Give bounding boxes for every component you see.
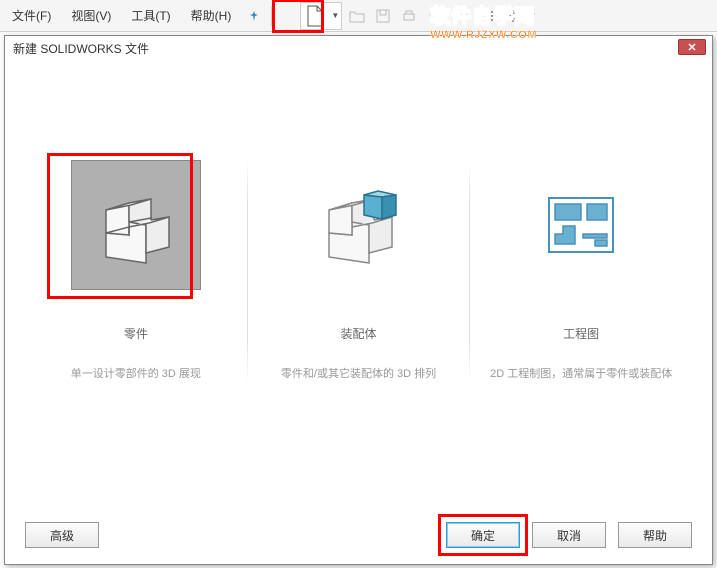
drawing-icon [516,160,646,290]
menu-file[interactable]: 文件(F) [4,3,59,28]
dialog-body: 零件 单一设计零部件的 3D 展现 装配体 零件和/或其它装配体的 3D [5,60,712,403]
option-assembly[interactable]: 装配体 零件和/或其它装配体的 3D 排列 [248,160,470,383]
option-part-title: 零件 [124,325,148,342]
option-drawing[interactable]: 工程图 2D 工程制图，通常属于零件或装配体 [470,160,692,383]
open-icon[interactable] [346,5,368,27]
dialog-titlebar: 新建 SOLIDWORKS 文件 ✕ [5,36,712,60]
print-icon[interactable] [398,5,420,27]
new-document-icon[interactable] [301,3,329,29]
watermark-title: 软件自学网 [430,0,537,29]
new-document-dialog: 新建 SOLIDWORKS 文件 ✕ 零件 单一设计零部件的 3D 展现 [4,35,713,565]
save-icon[interactable] [372,5,394,27]
menu-view[interactable]: 视图(V) [63,3,119,28]
option-part[interactable]: 零件 单一设计零部件的 3D 展现 [25,160,247,383]
cancel-button[interactable]: 取消 [532,522,606,548]
menu-tools[interactable]: 工具(T) [123,3,178,28]
close-icon: ✕ [687,41,696,54]
option-assembly-title: 装配体 [341,325,377,342]
help-button[interactable]: 帮助 [618,522,692,548]
option-drawing-desc: 2D 工程制图，通常属于零件或装配体 [490,366,672,383]
ok-button[interactable]: 确定 [446,522,520,548]
option-part-desc: 单一设计零部件的 3D 展现 [71,366,201,383]
watermark-url: WWW.RJZXW.COM [430,29,537,41]
advanced-button[interactable]: 高级 [25,522,99,548]
dialog-title-text: 新建 SOLIDWORKS 文件 [13,40,149,57]
toolbar-separator [271,6,272,26]
part-icon [71,160,201,290]
watermark: 软件自学网 WWW.RJZXW.COM [430,0,537,41]
pin-icon[interactable] [243,5,265,27]
option-assembly-desc: 零件和/或其它装配体的 3D 排列 [281,366,436,383]
menu-help[interactable]: 帮助(H) [183,3,240,28]
new-document-button-group[interactable]: ▼ [300,2,342,30]
close-button[interactable]: ✕ [678,39,706,55]
new-document-dropdown[interactable]: ▼ [329,11,341,20]
assembly-icon [294,160,424,290]
option-drawing-title: 工程图 [563,325,599,342]
main-toolbar: 文件(F) 视图(V) 工具(T) 帮助(H) ▼ ↶ ↷ ▼ [0,0,717,32]
dialog-footer: 高级 确定 取消 帮助 [25,522,692,548]
